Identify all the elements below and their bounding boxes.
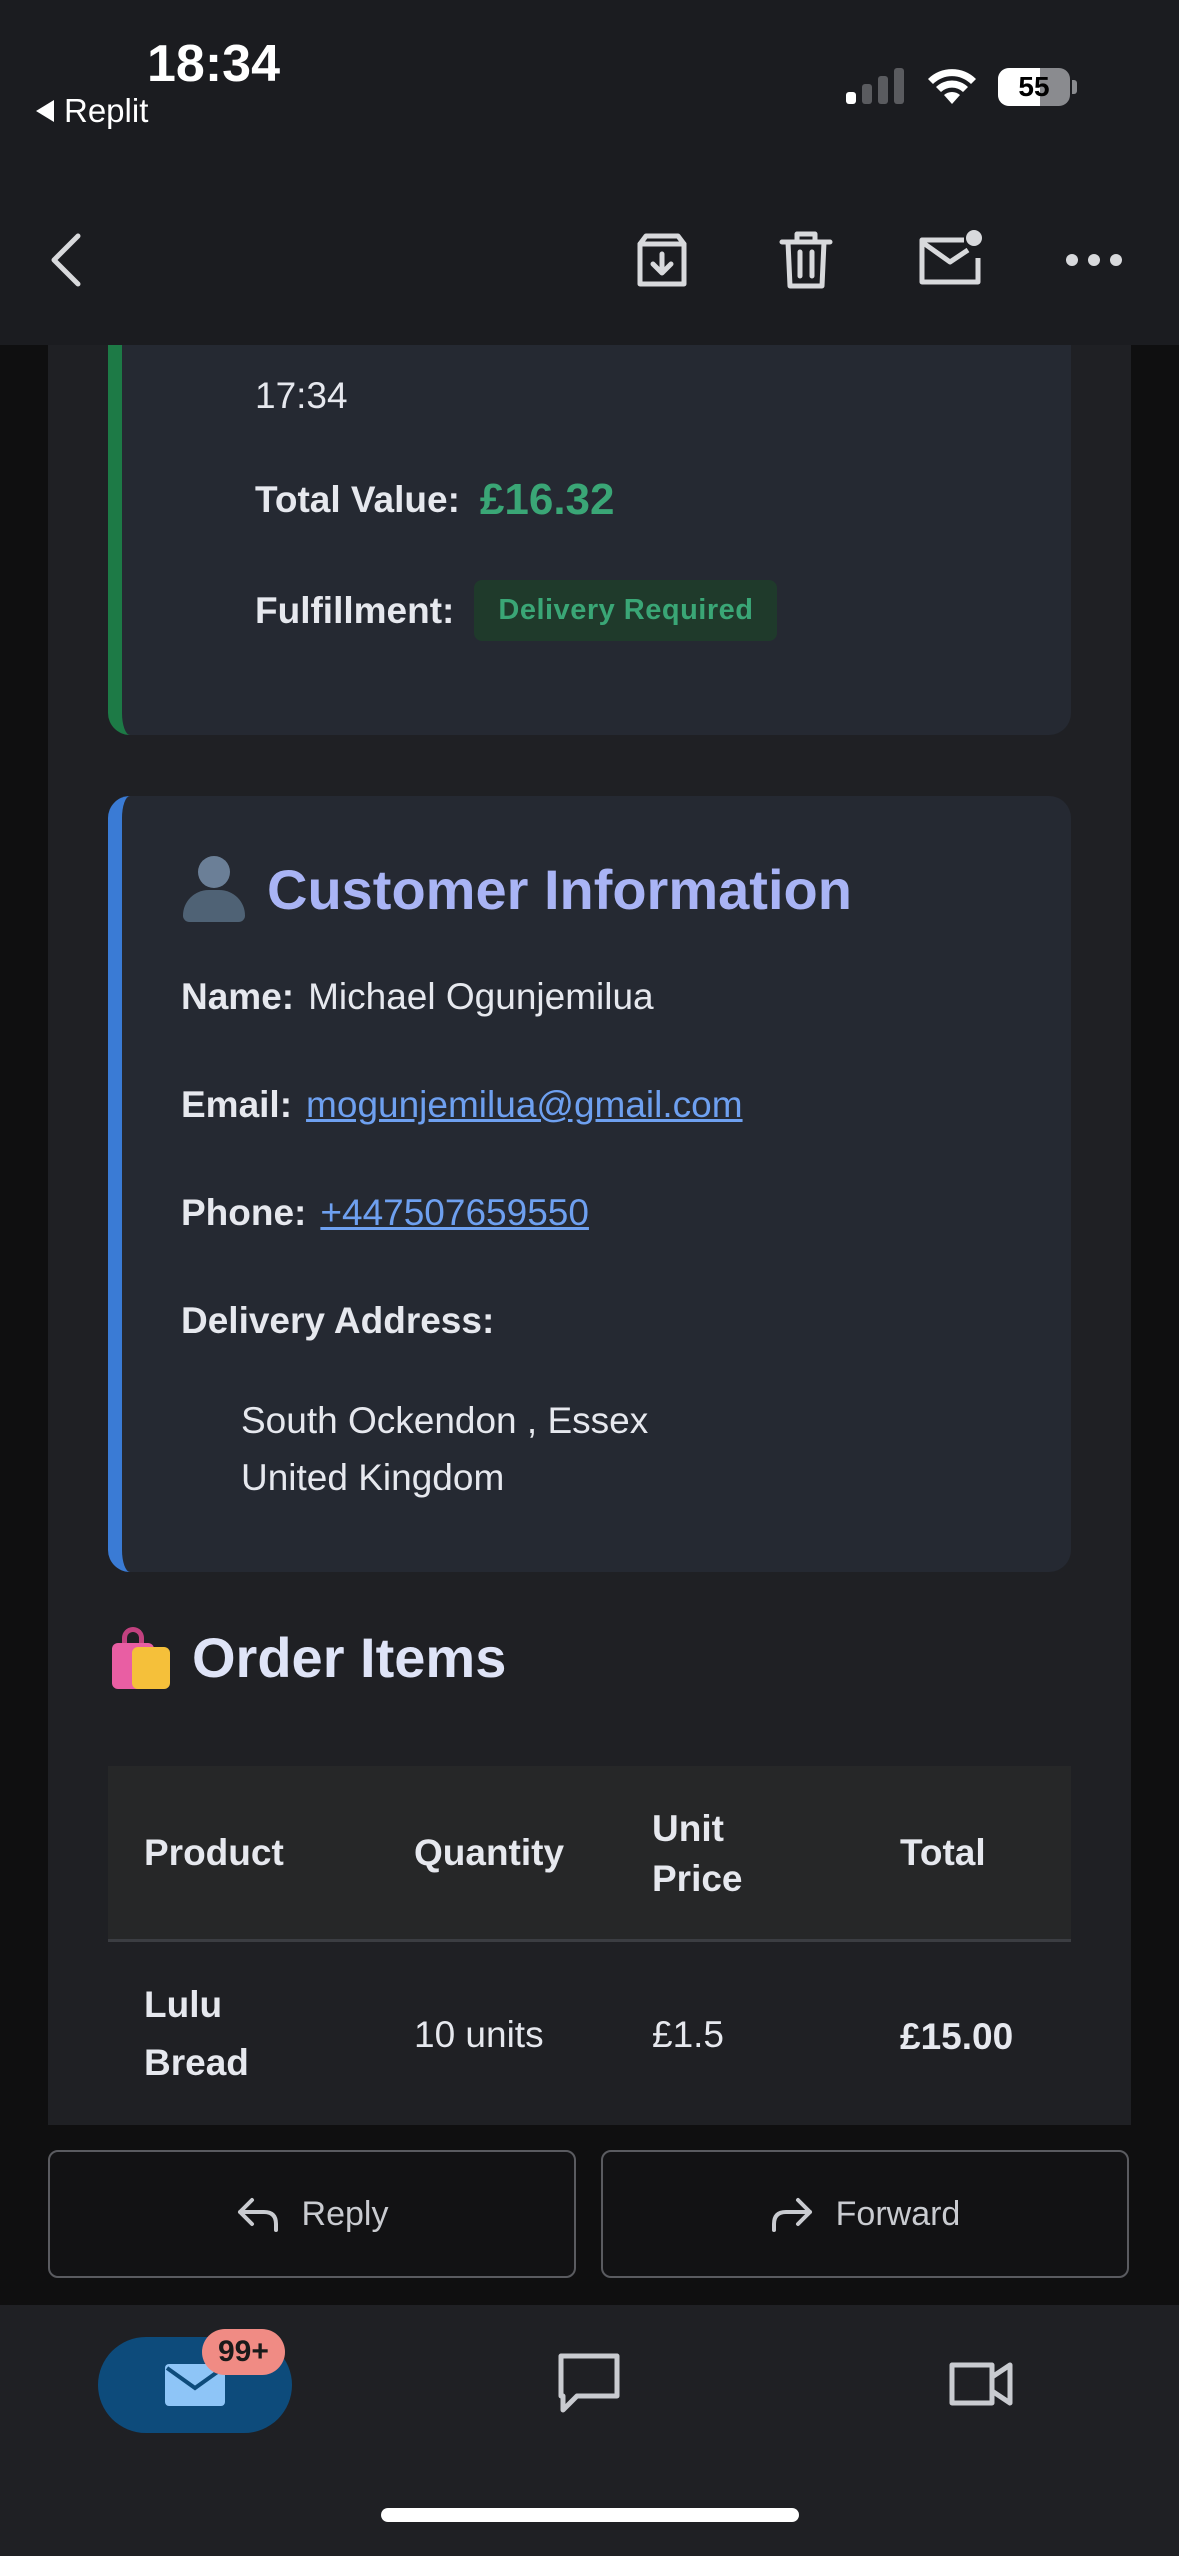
header-unit-price: Unit Price (652, 1808, 743, 1899)
address-line-2: United Kingdom (241, 1457, 505, 1498)
cell-total: £15.00 (900, 2016, 1014, 2057)
battery-level: 55 (1018, 71, 1050, 102)
reply-label: Reply (301, 2194, 389, 2233)
customer-info-title: Customer Information (181, 856, 852, 922)
home-indicator (381, 2508, 799, 2522)
customer-email-link[interactable]: mogunjemilua@gmail.com (306, 1084, 743, 1125)
tab-chat[interactable] (555, 2350, 623, 2416)
fulfillment-row: Fulfillment: Delivery Required (255, 580, 778, 641)
customer-email-label: Email: (181, 1084, 293, 1125)
table-row: Lulu Bread 10 units £1.5 £15.00 (108, 1942, 1071, 2125)
more-options-icon[interactable] (1058, 224, 1130, 296)
top-bar: 18:34 Replit 55 (0, 0, 1179, 345)
fulfillment-label: Fulfillment: (255, 589, 455, 631)
archive-icon[interactable] (626, 224, 698, 296)
shopping-bags-icon (108, 1626, 170, 1689)
mark-unread-icon[interactable] (914, 224, 986, 296)
delivery-address: South Ockendon , Essex United Kingdom (241, 1392, 648, 1506)
customer-name-row: Name: Michael Ogunjemilua (181, 976, 654, 1018)
forward-label: Forward (835, 2194, 961, 2233)
delivery-address-label: Delivery Address: (181, 1300, 495, 1341)
order-items-title-text: Order Items (192, 1626, 507, 1689)
cell-quantity: 10 units (414, 2014, 544, 2055)
wifi-icon (928, 69, 976, 104)
order-summary-card: 17:34 Total Value: £16.32 Fulfillment: D… (108, 320, 1071, 735)
back-to-app-link[interactable]: Replit (36, 92, 148, 130)
customer-email-row: Email: mogunjemilua@gmail.com (181, 1084, 743, 1126)
back-triangle-icon (36, 100, 54, 122)
forward-button[interactable]: Forward (601, 2150, 1129, 2278)
reply-button[interactable]: Reply (48, 2150, 576, 2278)
delivery-address-label-row: Delivery Address: (181, 1300, 508, 1342)
back-app-label: Replit (64, 92, 149, 129)
back-chevron-icon[interactable] (30, 224, 102, 296)
header-product: Product (144, 1832, 284, 1873)
order-date-continuation: 17:34 (255, 375, 348, 416)
header-quantity: Quantity (414, 1832, 565, 1873)
customer-phone-label: Phone: (181, 1192, 307, 1233)
tab-meet-video-icon[interactable] (948, 2357, 1014, 2411)
customer-phone-link[interactable]: +447507659550 (320, 1192, 589, 1233)
fulfillment-status-badge: Delivery Required (474, 580, 778, 641)
email-body: 17:34 Total Value: £16.32 Fulfillment: D… (48, 300, 1131, 2125)
order-items-table: Product Quantity Unit Price Total Lulu B… (108, 1766, 1071, 2125)
header-total: Total (900, 1832, 986, 1873)
order-items-title: Order Items (108, 1625, 506, 1690)
battery-icon: 55 (998, 68, 1070, 106)
total-value-row: Total Value: £16.32 (255, 475, 615, 525)
customer-info-card: Customer Information Name: Michael Ogunje… (108, 796, 1071, 1572)
total-value-label: Total Value: (255, 479, 460, 520)
battery-tip (1072, 80, 1077, 94)
cell-product: Lulu Bread (144, 1984, 249, 2083)
cell-unit-price: £1.5 (652, 2014, 725, 2055)
forward-arrow-icon (771, 2198, 812, 2232)
address-line-1: South Ockendon , Essex (241, 1400, 649, 1441)
customer-name-label: Name: (181, 976, 295, 1017)
reply-arrow-icon (237, 2198, 278, 2232)
cellular-signal-icon (846, 68, 904, 104)
customer-name: Michael Ogunjemilua (308, 976, 654, 1017)
person-icon (181, 856, 247, 922)
customer-phone-row: Phone: +447507659550 (181, 1192, 589, 1234)
unread-count-badge: 99+ (202, 2329, 285, 2375)
trash-icon[interactable] (770, 224, 842, 296)
customer-info-title-text: Customer Information (267, 857, 852, 921)
status-time: 18:34 (147, 35, 280, 93)
message-actions: Reply Forward (0, 2125, 1179, 2305)
table-header: Product Quantity Unit Price Total (108, 1766, 1071, 1942)
total-value-amount: £16.32 (479, 475, 615, 524)
